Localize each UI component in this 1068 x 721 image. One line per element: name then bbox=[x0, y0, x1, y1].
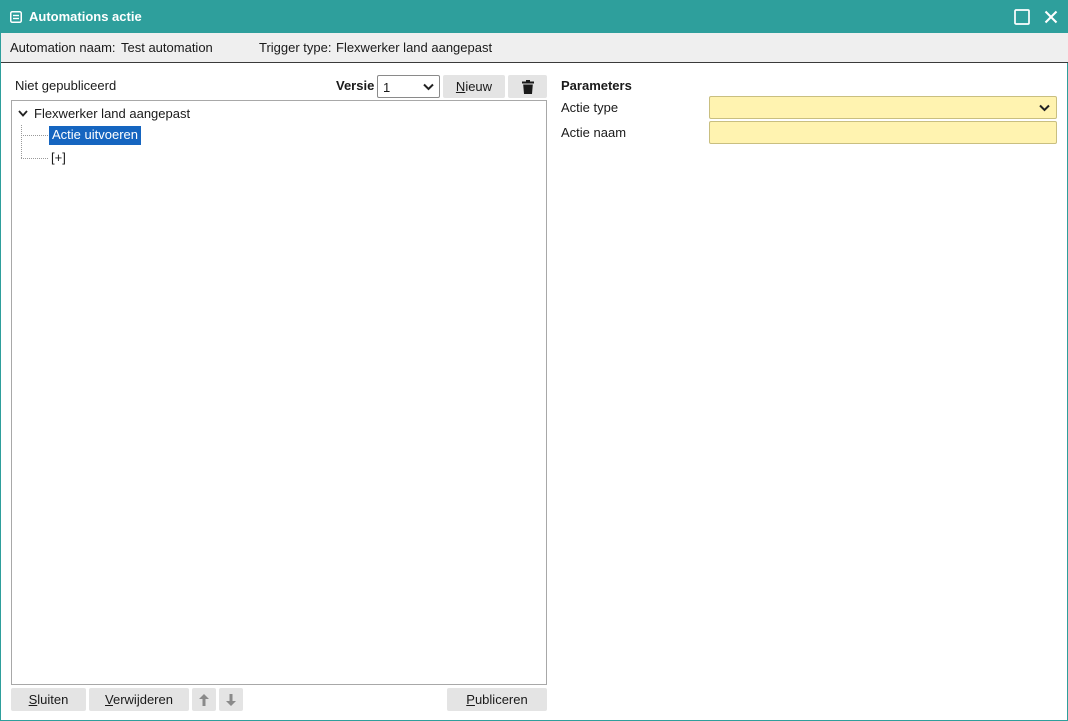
chevron-down-icon bbox=[1039, 104, 1050, 112]
automation-name-value: Test automation bbox=[121, 40, 213, 55]
trash-icon bbox=[522, 80, 534, 94]
publish-button[interactable]: Publiceren bbox=[447, 688, 547, 711]
chevron-down-icon bbox=[423, 83, 434, 91]
delete-button[interactable]: Verwijderen bbox=[89, 688, 189, 711]
delete-button-label: Verwijderen bbox=[105, 692, 173, 707]
publish-button-label: Publiceren bbox=[466, 692, 528, 707]
actie-type-label: Actie type bbox=[561, 100, 619, 115]
title-bar: Automations actie bbox=[1, 0, 1068, 33]
window-title: Automations actie bbox=[29, 9, 142, 24]
version-label: Versie bbox=[336, 78, 375, 93]
tree-connector bbox=[21, 125, 22, 158]
tree-node-actie-uitvoeren[interactable]: Actie uitvoeren bbox=[49, 126, 141, 145]
arrow-up-icon bbox=[199, 694, 209, 706]
tree-connector bbox=[21, 135, 48, 136]
form-icon bbox=[10, 11, 22, 23]
automation-tree[interactable]: Flexwerker land aangepast Actie uitvoere… bbox=[11, 100, 547, 685]
close-button-label: Sluiten bbox=[28, 692, 69, 707]
chevron-down-icon[interactable] bbox=[18, 110, 28, 117]
new-version-button[interactable]: Nieuw bbox=[443, 75, 505, 98]
parameters-title: Parameters bbox=[561, 78, 632, 93]
automations-actie-window: Automations actie Automation naam: Test … bbox=[0, 0, 1068, 721]
trigger-type-label: Trigger type: bbox=[259, 40, 332, 55]
close-icon[interactable] bbox=[1042, 8, 1060, 26]
publish-status: Niet gepubliceerd bbox=[15, 78, 117, 93]
actie-type-select[interactable] bbox=[709, 96, 1057, 119]
trigger-type-value: Flexwerker land aangepast bbox=[336, 40, 493, 55]
arrow-down-icon bbox=[226, 694, 236, 706]
version-value: 1 bbox=[383, 80, 391, 95]
close-button[interactable]: Sluiten bbox=[11, 688, 86, 711]
delete-version-button[interactable] bbox=[508, 75, 547, 98]
automation-name-label: Automation naam: bbox=[10, 40, 116, 55]
move-up-button[interactable] bbox=[192, 688, 216, 711]
info-bar: Automation naam: Test automation Trigger… bbox=[1, 33, 1068, 63]
tree-root-label: Flexwerker land aangepast bbox=[34, 106, 191, 121]
maximize-icon[interactable] bbox=[1013, 8, 1031, 26]
new-version-label: Nieuw bbox=[455, 79, 493, 94]
tree-connector bbox=[21, 158, 48, 159]
actie-naam-input[interactable] bbox=[709, 121, 1057, 144]
actie-naam-label: Actie naam bbox=[561, 125, 627, 140]
version-select[interactable]: 1 bbox=[377, 75, 440, 98]
move-down-button[interactable] bbox=[219, 688, 243, 711]
tree-add-node[interactable]: [+] bbox=[51, 150, 66, 165]
